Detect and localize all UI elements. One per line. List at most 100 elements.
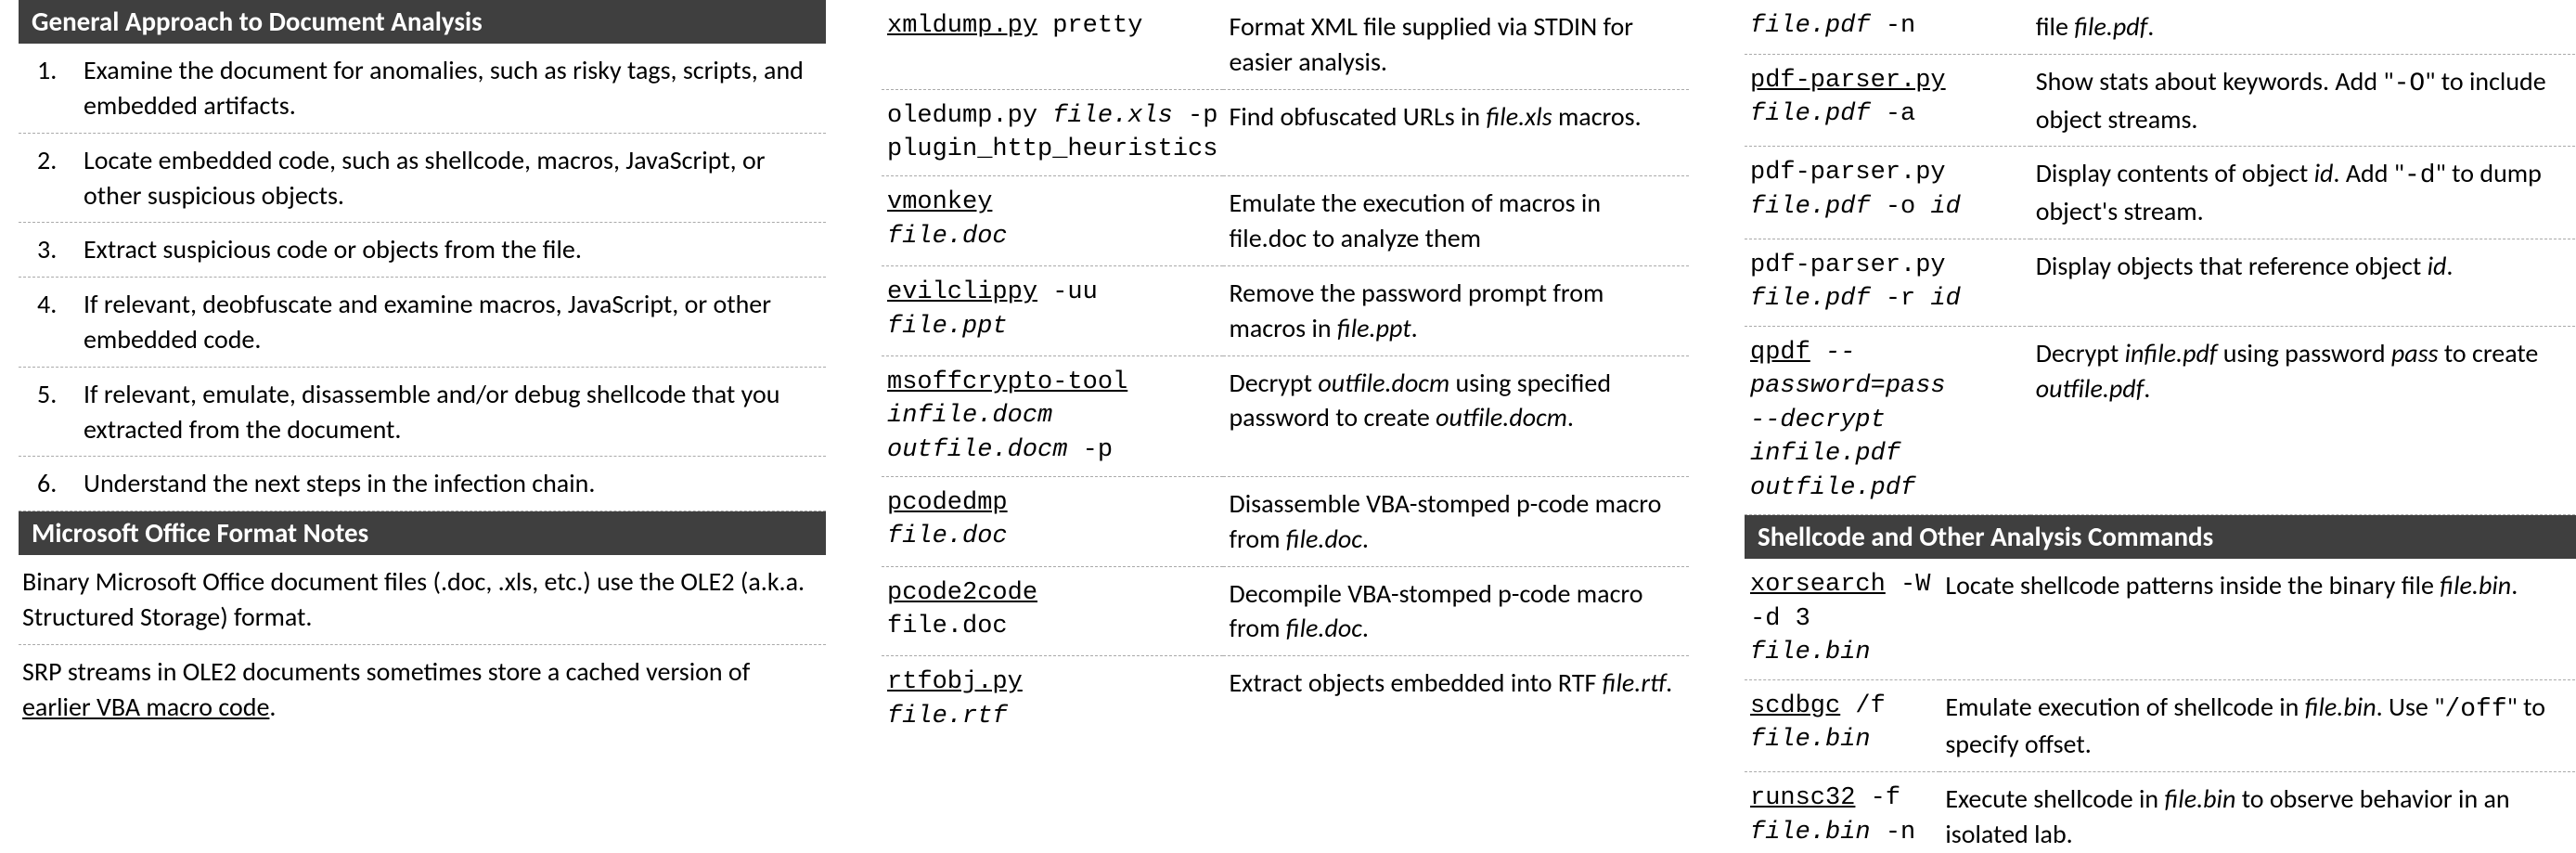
cmd-text: pdf-parser.py bbox=[1750, 159, 1946, 187]
cmd-arg: outfile.docm bbox=[887, 436, 1067, 464]
cmd-cell: evilclippy -uufile.ppt bbox=[882, 266, 1223, 356]
cmd-row: rtfobj.py file.rtf Extract objects embedd… bbox=[882, 656, 1689, 743]
desc-text: using password bbox=[2217, 337, 2390, 369]
cmd-cell: pdf-parser.pyfile.pdf -o id bbox=[1745, 147, 2030, 239]
cmd-row: pdf-parser.py file.pdf -r id Display obje… bbox=[1745, 239, 2576, 326]
tool-pdfparser[interactable]: pdf-parser.py bbox=[1750, 67, 1946, 95]
tool-rtfobj[interactable]: rtfobj.py bbox=[887, 668, 1023, 696]
tool-vmonkey[interactable]: vmonkey bbox=[887, 188, 992, 216]
cmd-args: -n bbox=[1871, 12, 1916, 40]
cmd-arg: outfile.pdf bbox=[1750, 474, 1915, 502]
header-shellcode: Shellcode and Other Analysis Commands bbox=[1745, 515, 2576, 559]
cmd-arg: file.pdf bbox=[1750, 285, 1871, 313]
desc-text: Display contents of object bbox=[2036, 157, 2314, 189]
desc-text: Emulate execution of shellcode in bbox=[1945, 691, 2304, 723]
cmd-text: file.doc bbox=[887, 613, 1008, 640]
desc-text: . bbox=[1362, 523, 1369, 555]
desc-em: file.doc bbox=[1286, 612, 1362, 644]
cmd-args: -r bbox=[1871, 285, 1931, 313]
cmd-args: -o bbox=[1871, 193, 1931, 221]
tool-pcode2code[interactable]: pcode2code bbox=[887, 579, 1037, 607]
cmd-args: -uu bbox=[1037, 278, 1098, 306]
desc-cell: Show stats about keywords. Add "-O" to i… bbox=[2030, 54, 2576, 147]
desc-text: Display objects that reference object bbox=[2036, 250, 2428, 282]
desc-text: Locate shellcode patterns inside the bin… bbox=[1945, 569, 2440, 601]
desc-cell: file file.pdf. bbox=[2030, 0, 2576, 54]
desc-cell: Locate shellcode patterns inside the bin… bbox=[1939, 559, 2576, 679]
tool-pcodedmp[interactable]: pcodedmp bbox=[887, 489, 1008, 517]
cmd-row: qpdf --password=pass--decrypt infile.pdf… bbox=[1745, 326, 2576, 514]
vba-macro-link[interactable]: earlier VBA macro code bbox=[22, 691, 269, 723]
cmd-cell: runsc32 -ffile.bin -n bbox=[1745, 772, 1939, 853]
desc-text: . bbox=[1411, 312, 1418, 344]
cmd-cell: vmonkeyfile.doc bbox=[882, 176, 1223, 266]
cmd-row: oledump.py file.xls -p plugin_http_heuri… bbox=[882, 89, 1689, 176]
desc-cell: Decrypt outfile.docm using specified pas… bbox=[1223, 355, 1689, 476]
desc-cell: Find obfuscated URLs in file.xls macros. bbox=[1223, 89, 1689, 176]
desc-em: file.ppt bbox=[1337, 312, 1411, 344]
header-general-approach: General Approach to Document Analysis bbox=[19, 0, 826, 44]
desc-cell: Decompile VBA-stomped p-code macro from … bbox=[1223, 566, 1689, 656]
desc-cell: Remove the password prompt from macros i… bbox=[1223, 266, 1689, 356]
step-item: Examine the document for anomalies, such… bbox=[19, 44, 826, 134]
desc-em: outfile.docm bbox=[1318, 367, 1449, 399]
tool-xorsearch[interactable]: xorsearch bbox=[1750, 571, 1886, 599]
cmd-args: -d 3 bbox=[1750, 605, 1810, 633]
cmd-arg: file.rtf bbox=[887, 703, 1008, 730]
tool-qpdf[interactable]: qpdf bbox=[1750, 339, 1810, 367]
desc-text: Execute shellcode in bbox=[1945, 782, 2164, 815]
cmd-arg: file.doc bbox=[887, 523, 1008, 550]
step-item: If relevant, emulate, disassemble and/or… bbox=[19, 368, 826, 458]
tool-xmldump[interactable]: xmldump.py bbox=[887, 12, 1037, 40]
cmd-row-partial: file.pdf -n file file.pdf. bbox=[1745, 0, 2576, 54]
cmd-args: /f bbox=[1840, 692, 1886, 720]
tool-evilclippy[interactable]: evilclippy bbox=[887, 278, 1037, 306]
desc-em: file.pdf bbox=[2074, 10, 2147, 43]
shellcode-commands-table: xorsearch -W-d 3 file.bin Locate shellco… bbox=[1745, 559, 2576, 853]
commands-table: xmldump.py pretty Format XML file suppli… bbox=[882, 0, 1689, 743]
cmd-arg: file.pdf bbox=[1750, 100, 1871, 128]
cmd-args: -n bbox=[1871, 819, 1916, 847]
note-item: Binary Microsoft Office document files (… bbox=[19, 555, 826, 645]
desc-em: file.bin bbox=[2440, 569, 2511, 601]
desc-text: . Add " bbox=[2333, 157, 2404, 189]
desc-mono: -d bbox=[2404, 162, 2436, 190]
cmd-arg: id bbox=[1930, 285, 1960, 313]
desc-cell: Emulate execution of shellcode in file.b… bbox=[1939, 679, 2576, 772]
tool-scdbgc[interactable]: scdbgc bbox=[1750, 692, 1840, 720]
cmd-row: runsc32 -ffile.bin -n Execute shellcode … bbox=[1745, 772, 2576, 853]
desc-cell: Disassemble VBA-stomped p-code macro fro… bbox=[1223, 476, 1689, 566]
desc-cell: Emulate the execution of macros in file.… bbox=[1223, 176, 1689, 266]
cmd-arg: --decrypt infile.pdf bbox=[1750, 407, 1900, 468]
cmd-arg: id bbox=[1930, 193, 1960, 221]
desc-text: . Use " bbox=[2376, 691, 2445, 723]
desc-text: . bbox=[1666, 666, 1672, 699]
cmd-row: pcode2code file.doc Decompile VBA-stomped… bbox=[882, 566, 1689, 656]
desc-text: macros. bbox=[1552, 100, 1642, 133]
cmd-arg: file.pdf bbox=[1750, 12, 1871, 40]
desc-text: Find obfuscated URLs in bbox=[1229, 100, 1486, 133]
desc-mono: -O bbox=[2394, 70, 2426, 98]
cmd-cell: msoffcrypto-toolinfile.docmoutfile.docm … bbox=[882, 355, 1223, 476]
cmd-row: pcodedmp file.doc Disassemble VBA-stomped… bbox=[882, 476, 1689, 566]
desc-cell: Extract objects embedded into RTF file.r… bbox=[1223, 656, 1689, 743]
desc-cell: Decrypt infile.pdf using password pass t… bbox=[2030, 326, 2576, 514]
cmd-cell: xorsearch -W-d 3 file.bin bbox=[1745, 559, 1939, 679]
desc-em: file.bin bbox=[2164, 782, 2235, 815]
desc-text: Show stats about keywords. Add " bbox=[2036, 65, 2394, 97]
cmd-cell: file.pdf -n bbox=[1745, 0, 2030, 54]
desc-em: infile.pdf bbox=[2125, 337, 2218, 369]
step-item: Extract suspicious code or objects from … bbox=[19, 223, 826, 278]
desc-text: Decrypt bbox=[2036, 337, 2125, 369]
desc-text: . bbox=[1567, 401, 1574, 433]
cmd-cell: xmldump.py pretty bbox=[882, 0, 1223, 89]
tool-runsc32[interactable]: runsc32 bbox=[1750, 784, 1855, 812]
desc-em: outfile.pdf bbox=[2036, 372, 2145, 405]
cmd-text: pdf-parser.py bbox=[1750, 252, 1946, 279]
tool-msoffcrypto[interactable]: msoffcrypto-tool bbox=[887, 368, 1127, 396]
desc-text: . bbox=[2446, 250, 2453, 282]
desc-text: file bbox=[2036, 10, 2075, 43]
desc-text: Decrypt bbox=[1229, 367, 1318, 399]
desc-em: file.doc bbox=[1286, 523, 1362, 555]
cmd-cell: rtfobj.py file.rtf bbox=[882, 656, 1223, 743]
